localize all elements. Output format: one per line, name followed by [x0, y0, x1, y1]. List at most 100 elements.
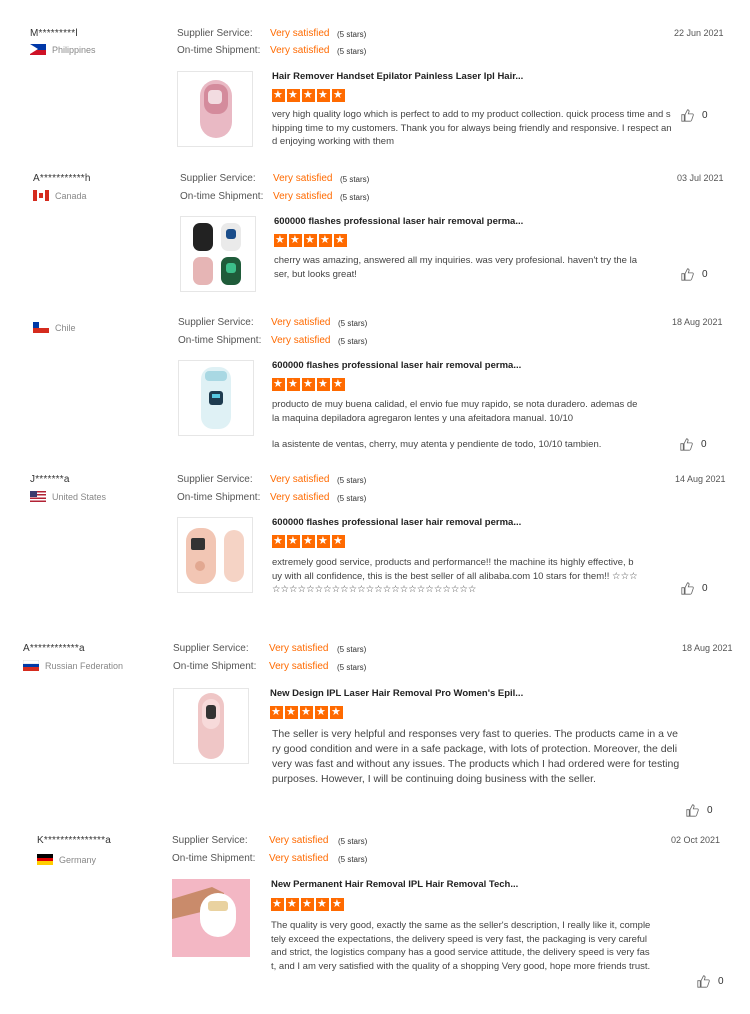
shipment-label: On-time Shipment:: [173, 661, 257, 672]
supplier-service-value: Very satisfied: [271, 317, 331, 328]
reviewer-name: A***********h: [33, 173, 91, 184]
product-title[interactable]: New Design IPL Laser Hair Removal Pro Wo…: [270, 688, 523, 699]
supplier-service-label: Supplier Service:: [172, 835, 248, 846]
pink-epilator-icon: [200, 80, 232, 138]
shipment-value: Very satisfied: [269, 853, 329, 864]
review-date: 18 Aug 2021: [672, 317, 723, 327]
shipment-label: On-time Shipment:: [177, 492, 261, 503]
product-title[interactable]: Hair Remover Handset Epilator Painless L…: [272, 71, 523, 82]
shipment-stars: (5 stars): [337, 47, 367, 56]
reviewer-name: J*******a: [30, 474, 70, 485]
reviewer-name: K***************a: [37, 835, 112, 846]
review-text: The seller is very helpful and responses…: [272, 728, 680, 785]
review-date: 22 Jun 2021: [674, 28, 724, 38]
like-button[interactable]: 0: [697, 975, 724, 988]
country-name: Russian Federation: [45, 660, 124, 671]
product-title[interactable]: 600000 flashes professional laser hair r…: [272, 517, 521, 528]
germany-flag-icon: [37, 854, 53, 865]
four-epilators-icon: [193, 223, 241, 285]
supplier-service-label: Supplier Service:: [177, 474, 253, 485]
supplier-service-value: Very satisfied: [270, 28, 330, 39]
country-name: Canada: [55, 190, 87, 201]
like-count: 0: [702, 269, 708, 280]
shipment-value: Very satisfied: [270, 492, 330, 503]
review-text: The quality is very good, exactly the sa…: [271, 920, 651, 972]
product-thumbnail[interactable]: [180, 216, 256, 292]
like-button[interactable]: 0: [681, 109, 708, 122]
review-text: producto de muy buena calidad, el envio …: [272, 399, 638, 424]
like-button[interactable]: 0: [680, 438, 707, 451]
shipment-label: On-time Shipment:: [177, 45, 261, 56]
blue-epilator-icon: [201, 367, 231, 429]
reviewer-name: M*********l: [30, 28, 78, 39]
hand-device-icon: [172, 887, 236, 937]
reviewer-country: United States: [30, 491, 106, 502]
russia-flag-icon: [23, 660, 39, 671]
supplier-service-label: Supplier Service:: [177, 28, 253, 39]
like-count: 0: [702, 583, 708, 594]
peach-epilator-icon: [186, 528, 244, 584]
review-date: 18 Aug 2021: [682, 643, 733, 653]
shipment-label: On-time Shipment:: [180, 191, 264, 202]
review-text: extremely good service, products and per…: [272, 557, 638, 595]
supplier-service-label: Supplier Service:: [173, 643, 249, 654]
united-states-flag-icon: [30, 491, 46, 502]
shipment-label: On-time Shipment:: [172, 853, 256, 864]
country-name: Germany: [59, 854, 97, 865]
rating-stars: [272, 378, 345, 391]
shipment-stars: (5 stars): [340, 193, 370, 202]
chile-flag-icon: [33, 322, 49, 333]
supplier-service-stars: (5 stars): [337, 645, 367, 654]
reviewer-country: Canada: [33, 190, 87, 201]
product-title[interactable]: 600000 flashes professional laser hair r…: [272, 360, 521, 371]
supplier-service-stars: (5 stars): [337, 30, 367, 39]
thumbs-up-icon: [681, 268, 694, 281]
like-count: 0: [718, 976, 724, 987]
thumbs-up-icon: [680, 438, 693, 451]
supplier-service-value: Very satisfied: [269, 835, 329, 846]
country-name: United States: [52, 491, 107, 502]
product-thumbnail[interactable]: [177, 71, 253, 147]
rating-stars: [270, 706, 343, 719]
thumbs-up-icon: [697, 975, 710, 988]
like-button[interactable]: 0: [681, 582, 708, 595]
like-count: 0: [702, 110, 708, 121]
like-count: 0: [707, 805, 713, 816]
review-date: 14 Aug 2021: [675, 474, 726, 484]
country-name: Chile: [55, 322, 76, 333]
supplier-service-value: Very satisfied: [273, 173, 333, 184]
product-thumbnail[interactable]: [172, 879, 250, 957]
supplier-service-stars: (5 stars): [338, 319, 368, 328]
country-name: Philippines: [52, 44, 96, 55]
reviewer-country: Chile: [33, 322, 76, 333]
thumbs-up-icon: [681, 109, 694, 122]
supplier-service-label: Supplier Service:: [178, 317, 254, 328]
shipment-value: Very satisfied: [271, 335, 331, 346]
review-text: very high quality logo which is perfect …: [272, 109, 672, 147]
reviewer-name: A************a: [23, 643, 85, 654]
shipment-stars: (5 stars): [338, 337, 368, 346]
like-button[interactable]: 0: [686, 804, 713, 817]
product-thumbnail[interactable]: [178, 360, 254, 436]
philippines-flag-icon: [30, 44, 46, 55]
supplier-service-value: Very satisfied: [269, 643, 329, 654]
like-button[interactable]: 0: [681, 268, 708, 281]
review-date: 03 Jul 2021: [677, 173, 724, 183]
shipment-stars: (5 stars): [338, 855, 368, 864]
pink-device-icon: [198, 693, 224, 759]
supplier-service-stars: (5 stars): [340, 175, 370, 184]
product-thumbnail[interactable]: [173, 688, 249, 764]
product-title[interactable]: New Permanent Hair Removal IPL Hair Remo…: [271, 879, 518, 890]
canada-flag-icon: [33, 190, 49, 201]
supplier-service-stars: (5 stars): [338, 837, 368, 846]
shipment-value: Very satisfied: [273, 191, 333, 202]
product-title[interactable]: 600000 flashes professional laser hair r…: [274, 216, 523, 227]
shipment-value: Very satisfied: [269, 661, 329, 672]
rating-stars: [274, 234, 347, 247]
review-text: cherry was amazing, answered all my inqu…: [274, 255, 637, 280]
product-thumbnail[interactable]: [177, 517, 253, 593]
rating-stars: [272, 89, 345, 102]
shipment-stars: (5 stars): [337, 494, 367, 503]
supplier-service-stars: (5 stars): [337, 476, 367, 485]
reviewer-country: Germany: [37, 854, 96, 865]
